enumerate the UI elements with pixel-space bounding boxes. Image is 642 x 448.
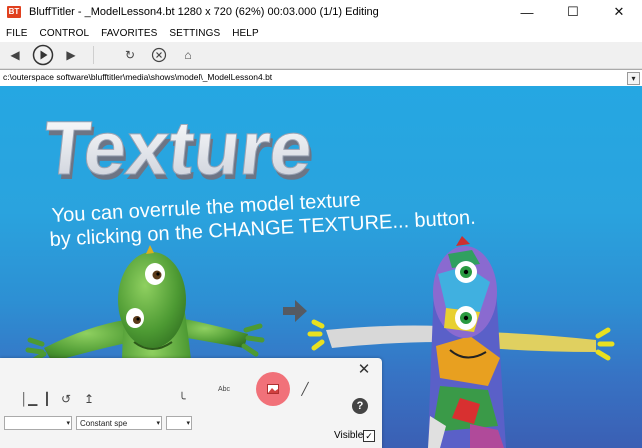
play-button[interactable] (30, 42, 56, 68)
setting-combobox[interactable]: ▾ (4, 416, 72, 430)
menu-favorites[interactable]: FAVORITES (95, 28, 163, 39)
scene-heading: Texture Texture (38, 106, 319, 196)
chevron-down-icon: ▾ (186, 420, 190, 427)
close-window-button[interactable]: ✕ (596, 0, 642, 24)
maximize-button[interactable]: ☐ (550, 0, 596, 24)
eyedropper-icon: ╱ (301, 382, 309, 396)
align-right-icon: ╰ (178, 392, 186, 406)
link-icon: ↺ (60, 392, 72, 406)
align-tool-button[interactable]: ┃ (38, 390, 56, 408)
chevron-down-icon[interactable]: ▾ (627, 72, 640, 85)
arrow-right-icon: ▶ (66, 48, 76, 62)
stop-circle-icon (151, 47, 167, 63)
close-panel-button[interactable]: ✕ (356, 362, 372, 378)
combobox-value: Constant spe (80, 419, 128, 428)
image-icon (267, 384, 279, 394)
title-bar: BT BluffTitler - _ModelLesson4.bt 1280 x… (0, 0, 642, 24)
file-path-value: c:\outerspace software\blufftitler\media… (3, 72, 273, 82)
toolbar-separator (93, 46, 94, 64)
blufftitler-app-icon: BT (7, 6, 21, 18)
minimize-button[interactable]: — (504, 0, 550, 24)
refresh-button[interactable]: ↻ (117, 42, 143, 68)
align-tool-button[interactable]: ╰ (173, 390, 191, 408)
plus-icon: ↥ (83, 392, 95, 406)
extra-combobox[interactable]: ▾ (166, 416, 192, 430)
next-show-button[interactable]: ▶ (58, 42, 84, 68)
menu-control[interactable]: CONTROL (34, 28, 96, 39)
render-viewport[interactable]: Texture Texture You can overrule the mod… (0, 86, 642, 448)
file-path-combobox[interactable]: c:\outerspace software\blufftitler\media… (0, 69, 642, 87)
link-tool-button[interactable]: ↺ (57, 390, 75, 408)
add-tool-button[interactable]: ↥ (80, 390, 98, 408)
visible-checkbox[interactable]: ✓ (363, 430, 375, 442)
svg-text:Texture: Texture (39, 106, 317, 191)
stop-button[interactable] (146, 42, 172, 68)
align-left-icon: │▁ (20, 392, 38, 406)
abc-text-button[interactable]: Abc (215, 380, 233, 398)
pick-color-button[interactable]: ╱ (296, 380, 314, 398)
home-icon: ⌂ (184, 48, 192, 62)
refresh-icon: ↻ (124, 48, 136, 62)
text-icon: Abc (217, 385, 231, 393)
visible-label: Visible (334, 430, 364, 441)
help-button[interactable]: ? (352, 398, 368, 414)
menu-help[interactable]: HELP (226, 28, 265, 39)
align-tool-button[interactable]: │▁ (20, 390, 38, 408)
home-button[interactable]: ⌂ (175, 42, 201, 68)
chevron-down-icon: ▾ (156, 420, 160, 427)
arrow-left-icon: ◀ (10, 48, 20, 62)
play-circle-icon (32, 44, 54, 66)
menu-settings[interactable]: SETTINGS (163, 28, 226, 39)
align-center-icon: ┃ (43, 392, 51, 406)
window-controls: — ☐ ✕ (504, 0, 642, 24)
menu-bar: FILE CONTROL FAVORITES SETTINGS HELP (0, 24, 642, 42)
transform-arrow-icon (283, 300, 307, 322)
toolbar: ◀ ▶ ↻ ⌂ (0, 42, 642, 69)
properties-panel: ✕ │▁ ┃ ↺ ↥ ╰ Abc ╱ ▾ Constant spe ▾ ▾ ? … (0, 358, 382, 448)
speed-combobox[interactable]: Constant spe ▾ (76, 416, 162, 430)
previous-show-button[interactable]: ◀ (2, 42, 28, 68)
chevron-down-icon: ▾ (66, 420, 70, 427)
menu-file[interactable]: FILE (0, 28, 34, 39)
window-title: BluffTitler - _ModelLesson4.bt 1280 x 72… (29, 6, 379, 18)
change-texture-button[interactable] (264, 380, 282, 398)
